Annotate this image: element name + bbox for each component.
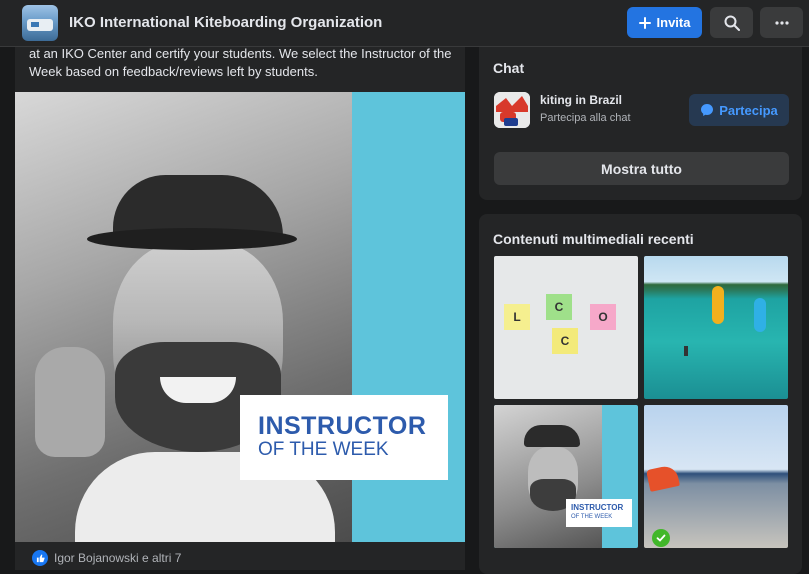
kite-yellow	[712, 286, 724, 324]
reactions-text[interactable]: Igor Bojanowski e altri 7	[54, 551, 181, 565]
sticky-note: C	[546, 294, 572, 320]
join-chat-button[interactable]: Partecipa	[689, 94, 789, 126]
group-title[interactable]: IKO International Kiteboarding Organizat…	[69, 14, 382, 31]
sticky-note: C	[552, 328, 578, 354]
kite-red	[646, 464, 680, 492]
join-chat-label: Partecipa	[719, 102, 778, 118]
sticky-note: L	[504, 304, 530, 330]
card-title-line2: OF THE WEEK	[258, 439, 389, 460]
card-small-line1: INSTRUCTOR	[571, 503, 624, 512]
check-icon	[652, 529, 670, 547]
card-title-line1: INSTRUCTOR	[258, 412, 427, 440]
group-header-bar: IKO International Kiteboarding Organizat…	[0, 0, 809, 47]
van-stripe	[31, 22, 39, 27]
chat-title: Chat	[493, 60, 525, 76]
more-options-button[interactable]	[760, 7, 803, 38]
cap-brim	[87, 228, 297, 250]
recent-media-card: Contenuti multimediali recenti L C O C I…	[479, 214, 802, 574]
instructor-card-small: INSTRUCTOR OF THE WEEK	[566, 499, 632, 527]
plus-icon	[638, 16, 651, 29]
post-image[interactable]: INSTRUCTOR OF THE WEEK	[15, 92, 465, 542]
chat-room-subtitle: Partecipa alla chat	[540, 112, 631, 124]
search-icon	[724, 15, 740, 31]
group-avatar[interactable]	[22, 5, 58, 41]
sticky-note: O	[590, 304, 616, 330]
card-small-line2: OF THE WEEK	[571, 514, 613, 520]
invite-button[interactable]: Invita	[627, 7, 702, 38]
instructor-of-week-card: INSTRUCTOR OF THE WEEK	[240, 395, 448, 480]
chat-card: Chat kiting in Brazil Partecipa alla cha…	[479, 30, 802, 200]
post-text: at an IKO Center and certify your studen…	[29, 46, 452, 79]
reactions-row[interactable]: Igor Bojanowski e altri 7	[32, 550, 181, 566]
chat-room-avatar[interactable]	[494, 92, 530, 128]
media-thumb-kites-sea[interactable]	[644, 256, 788, 399]
search-button[interactable]	[710, 7, 753, 38]
rider	[684, 346, 688, 356]
more-dots-icon	[774, 20, 789, 25]
messenger-icon	[701, 104, 714, 116]
thumbs-up-hand	[35, 347, 105, 457]
invite-label: Invita	[656, 15, 691, 30]
show-all-button[interactable]: Mostra tutto	[494, 152, 789, 185]
recent-media-title: Contenuti multimediali recenti	[493, 231, 694, 247]
chat-room-name[interactable]: kiting in Brazil	[540, 93, 622, 107]
media-thumb-beach-kite[interactable]	[644, 405, 788, 548]
media-thumb-instructor[interactable]: INSTRUCTOR OF THE WEEK	[494, 405, 638, 548]
kite-blue	[754, 298, 766, 332]
cap-small	[524, 425, 580, 447]
media-thumb-sticky-notes[interactable]: L C O C	[494, 256, 638, 399]
like-icon	[32, 550, 48, 566]
feed-post: at an IKO Center and certify your studen…	[15, 30, 465, 570]
